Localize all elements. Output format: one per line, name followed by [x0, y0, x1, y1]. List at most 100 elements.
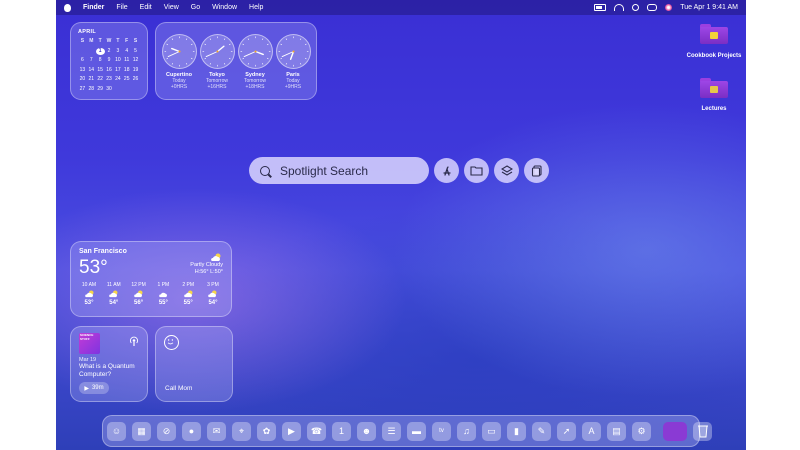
calendar-day[interactable]: 19 [131, 67, 140, 74]
menu-view[interactable]: View [164, 4, 179, 11]
play-icon: ▶ [84, 385, 89, 392]
pages-icon[interactable]: ✎ [532, 421, 551, 441]
podcasts-icon [129, 334, 139, 352]
siri-icon[interactable] [665, 4, 673, 11]
calendar-day[interactable]: 30 [105, 86, 114, 93]
calendar-day[interactable]: 9 [105, 57, 114, 64]
folder-icon[interactable] [700, 24, 728, 44]
menu-file[interactable]: File [116, 4, 127, 11]
app-store-icon[interactable]: A [582, 421, 601, 441]
layers-icon[interactable] [494, 158, 519, 183]
menu-help[interactable]: Help [249, 4, 263, 11]
mail-icon[interactable]: ✉ [207, 421, 226, 441]
maps-icon[interactable]: ⌖ [232, 421, 251, 441]
launchpad-icon[interactable]: ▦ [132, 421, 151, 441]
preview-icon[interactable]: ▤ [607, 421, 626, 441]
messages-icon[interactable]: ● [182, 421, 201, 441]
desktop[interactable]: Finder File Edit View Go Window Help Tue… [56, 0, 746, 450]
calendar-day [131, 86, 140, 93]
calendar-day[interactable]: 7 [87, 57, 96, 64]
calendar-day[interactable]: 10 [113, 57, 122, 64]
calendar-day[interactable]: 1 [95, 47, 105, 55]
phone-icon[interactable]: ☎ [307, 421, 326, 441]
system-settings-icon[interactable]: ⚙ [632, 421, 651, 441]
calendar-day[interactable]: 23 [105, 76, 114, 83]
notes-icon[interactable]: ▬ [407, 421, 426, 441]
calendar-icon[interactable]: 1 [332, 421, 351, 441]
world-clock: Sydney Tomorrow +18HRS [237, 29, 273, 93]
contact-widget[interactable]: Call Mom [155, 326, 233, 402]
calendar-day[interactable]: 8 [96, 57, 105, 64]
music-icon[interactable]: ♫ [457, 421, 476, 441]
clipboard-icon[interactable] [524, 158, 549, 183]
reminders-icon[interactable]: ☰ [382, 421, 401, 441]
calendar-day[interactable]: 5 [131, 48, 140, 55]
wifi-icon[interactable] [614, 4, 625, 11]
downloads-folder-icon[interactable] [663, 421, 687, 441]
weather-widget[interactable]: San Francisco 53° Partly Cloudy H:56° L:… [70, 241, 232, 317]
world-clock-widget[interactable]: Cupertino Today +0HRS Tokyo Tomorrow +16HRS Sy… [155, 22, 317, 100]
calendar-day[interactable]: 27 [78, 86, 87, 93]
finder-icon[interactable]: ☺ [107, 421, 126, 441]
calendar-day[interactable]: 22 [96, 76, 105, 83]
apple-icon[interactable] [64, 3, 71, 12]
forecast-hour: 12 PM 56° [127, 282, 151, 306]
forecast-temp: 53° [84, 300, 94, 306]
calendar-day[interactable]: 14 [87, 67, 96, 74]
partly-cloudy-icon [127, 288, 151, 300]
calendar-day[interactable]: 3 [113, 48, 122, 55]
trash-icon[interactable] [693, 421, 712, 441]
menu-edit[interactable]: Edit [140, 4, 152, 11]
menu-go[interactable]: Go [191, 4, 200, 11]
calendar-day[interactable]: 16 [105, 67, 114, 74]
calendar-day[interactable]: 21 [87, 76, 96, 83]
spotlight-icon[interactable] [632, 4, 640, 11]
launcher-icon[interactable]: ➚ [557, 421, 576, 441]
spotlight-search-bar[interactable]: Spotlight Search [249, 157, 429, 184]
calendar-day[interactable]: 15 [96, 67, 105, 74]
calendar-day[interactable]: 12 [131, 57, 140, 64]
calendar-day[interactable]: 2 [105, 48, 114, 55]
keynote-icon[interactable]: ▭ [482, 421, 501, 441]
menubar-clock[interactable]: Tue Apr 1 9:41 AM [680, 4, 738, 11]
facetime-icon[interactable]: ▶ [282, 421, 301, 441]
weather-condition: Partly Cloudy H:56° L:50° [190, 262, 223, 276]
podcast-play-button[interactable]: ▶ 39m [79, 382, 109, 394]
podcast-widget[interactable]: SCIENCE STUFF Mar 19 What is a Quantum C… [70, 326, 148, 402]
calendar-day[interactable]: 6 [78, 57, 87, 64]
control-center-icon[interactable] [647, 4, 658, 11]
forecast-hour: 3 PM 54° [201, 282, 225, 306]
menu-window[interactable]: Window [212, 4, 237, 11]
calendar-day[interactable]: 26 [131, 76, 140, 83]
calendar-day[interactable]: 20 [78, 76, 87, 83]
calendar-day[interactable]: 24 [113, 76, 122, 83]
contacts-icon[interactable]: ☻ [357, 421, 376, 441]
clock-face [275, 34, 311, 69]
calendar-widget[interactable]: APRIL S M T W T F S 1 2 3 4 5 6 7 8 9 10 11 12 13 14 15 16 17 18… [70, 22, 148, 100]
folder-label-lectures[interactable]: Lectures [682, 106, 746, 112]
safari-icon[interactable]: ⊘ [157, 421, 176, 441]
tv-icon[interactable]: tv [432, 421, 451, 441]
numbers-icon[interactable]: ▮ [507, 421, 526, 441]
forecast-hour: 11 AM 54° [102, 282, 126, 306]
calendar-day[interactable]: 11 [122, 57, 131, 64]
app-store-icon[interactable] [434, 158, 459, 183]
calendar-day[interactable]: 4 [122, 48, 131, 55]
calendar-weekday: W [106, 38, 112, 44]
folder-label-cookbook[interactable]: Cookbook Projects [682, 53, 746, 59]
calendar-weekday: S [133, 38, 138, 44]
folder-icon[interactable] [464, 158, 489, 183]
calendar-day[interactable]: 29 [96, 86, 105, 93]
calendar-day[interactable]: 18 [122, 67, 131, 74]
photos-icon[interactable]: ✿ [257, 421, 276, 441]
calendar-day[interactable]: 13 [78, 67, 87, 74]
calendar-day[interactable]: 17 [113, 67, 122, 74]
battery-icon[interactable] [594, 4, 607, 11]
podcast-duration: 39m [91, 385, 104, 391]
world-clock: Tokyo Tomorrow +16HRS [199, 29, 235, 93]
calendar-day[interactable]: 25 [122, 76, 131, 83]
calendar-day[interactable]: 28 [87, 86, 96, 93]
menu-finder[interactable]: Finder [83, 4, 104, 11]
calendar-weekday: S [80, 38, 85, 44]
folder-icon[interactable] [700, 78, 728, 98]
